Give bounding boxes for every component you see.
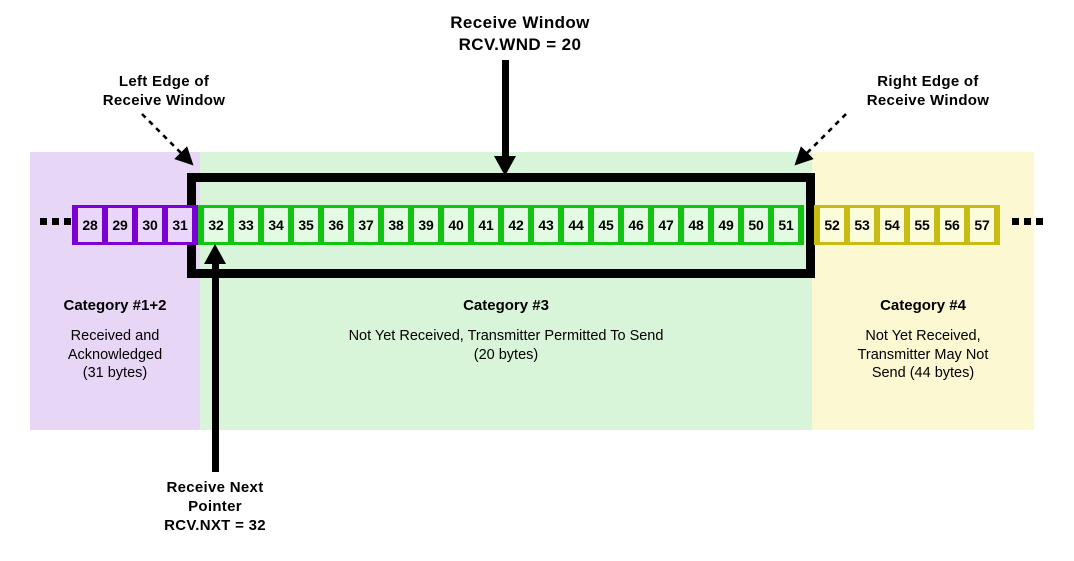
byte-cell-32: 32 (201, 208, 231, 242)
receive-window-title-line1: Receive Window (450, 13, 590, 32)
byte-cell-36: 36 (321, 208, 351, 242)
byte-cell-43: 43 (531, 208, 561, 242)
category-1-2-heading: Category #1+2 (63, 297, 167, 314)
category-band-1-2 (30, 152, 200, 430)
byte-cell-47: 47 (651, 208, 681, 242)
byte-strip-beyond-window: 52 53 54 55 56 57 (814, 205, 1000, 245)
byte-cell-35: 35 (291, 208, 321, 242)
right-edge-label: Right Edge of Receive Window (798, 72, 1058, 110)
byte-cell-53: 53 (847, 208, 877, 242)
byte-cell-48: 48 (681, 208, 711, 242)
byte-cell-33: 33 (231, 208, 261, 242)
byte-cell-45: 45 (591, 208, 621, 242)
byte-cell-30: 30 (135, 208, 165, 242)
byte-cell-37: 37 (351, 208, 381, 242)
left-edge-leader-arrow (141, 113, 194, 166)
category-band-4 (812, 152, 1034, 430)
right-edge-label-line2: Receive Window (866, 92, 990, 110)
rcv-nxt-label-line3: RCV.NXT = 32 (164, 517, 266, 535)
byte-cell-54: 54 (877, 208, 907, 242)
byte-cell-44: 44 (561, 208, 591, 242)
byte-cell-41: 41 (471, 208, 501, 242)
byte-cell-39: 39 (411, 208, 441, 242)
left-edge-label-line2: Receive Window (102, 92, 226, 110)
category-4-caption: Category #4 Not Yet Received, Transmitte… (818, 296, 1028, 383)
category-3-body-line2: (20 bytes) (473, 346, 539, 363)
byte-cell-46: 46 (621, 208, 651, 242)
right-edge-leader-arrow (794, 113, 847, 166)
category-4-body-line2-emphasis: Not (965, 346, 989, 363)
category-4-body-line2: Transmitter May Not (818, 346, 1028, 365)
left-edge-label: Left Edge of Receive Window (28, 72, 300, 110)
ellipsis-right-icon (1012, 218, 1043, 225)
category-1-2-body-line2: Acknowledged (67, 346, 163, 363)
ellipsis-left-icon (40, 218, 71, 225)
category-1-2-body-line1: Received and (70, 328, 160, 345)
byte-cell-55: 55 (907, 208, 937, 242)
byte-strip-acknowledged: 28 29 30 31 (72, 205, 198, 245)
category-4-heading: Category #4 (880, 297, 966, 314)
left-edge-label-line1: Left Edge of (118, 73, 210, 90)
category-4-body-line1: Not Yet Received, (865, 328, 981, 345)
category-1-2-caption: Category #1+2 Received and Acknowledged … (24, 296, 206, 383)
byte-cell-57: 57 (967, 208, 997, 242)
category-4-body-line2-a: Transmitter May (857, 346, 966, 363)
rcv-nxt-label-line2: Pointer (188, 498, 242, 516)
byte-cell-28: 28 (75, 208, 105, 242)
byte-cell-38: 38 (381, 208, 411, 242)
category-3-heading: Category #3 (463, 297, 549, 314)
receive-window-title: Receive Window RCV.WND = 20 (380, 12, 660, 56)
byte-cell-49: 49 (711, 208, 741, 242)
category-1-2-body-line3: (31 bytes) (82, 365, 148, 382)
byte-cell-34: 34 (261, 208, 291, 242)
byte-cell-51: 51 (771, 208, 801, 242)
byte-cell-42: 42 (501, 208, 531, 242)
byte-cell-29: 29 (105, 208, 135, 242)
rcv-nxt-arrow-head (204, 244, 226, 264)
byte-cell-50: 50 (741, 208, 771, 242)
byte-cell-56: 56 (937, 208, 967, 242)
receive-window-title-line2: RCV.WND = 20 (458, 34, 582, 54)
byte-cell-31: 31 (165, 208, 195, 242)
byte-strip-in-window: 32 33 34 35 36 37 38 39 40 41 42 43 44 45 46 47 48 49 50 51 (198, 205, 804, 245)
byte-cell-40: 40 (441, 208, 471, 242)
rcv-nxt-arrow-shaft (212, 262, 219, 472)
diagram-canvas: Receive Window RCV.WND = 20 Left Edge of… (0, 0, 1074, 561)
rcv-nxt-label-line1: Receive Next (166, 479, 264, 496)
category-3-caption: Category #3 Not Yet Received, Transmitte… (212, 296, 800, 364)
receive-window-arrow-shaft (502, 60, 509, 160)
right-edge-label-line1: Right Edge of (877, 73, 979, 90)
rcv-nxt-label: Receive Next Pointer RCV.NXT = 32 (95, 478, 335, 536)
category-4-body-line3: Send (44 bytes) (871, 365, 975, 382)
category-3-body-line1: Not Yet Received, Transmitter Permitted … (348, 328, 664, 345)
byte-cell-52: 52 (817, 208, 847, 242)
